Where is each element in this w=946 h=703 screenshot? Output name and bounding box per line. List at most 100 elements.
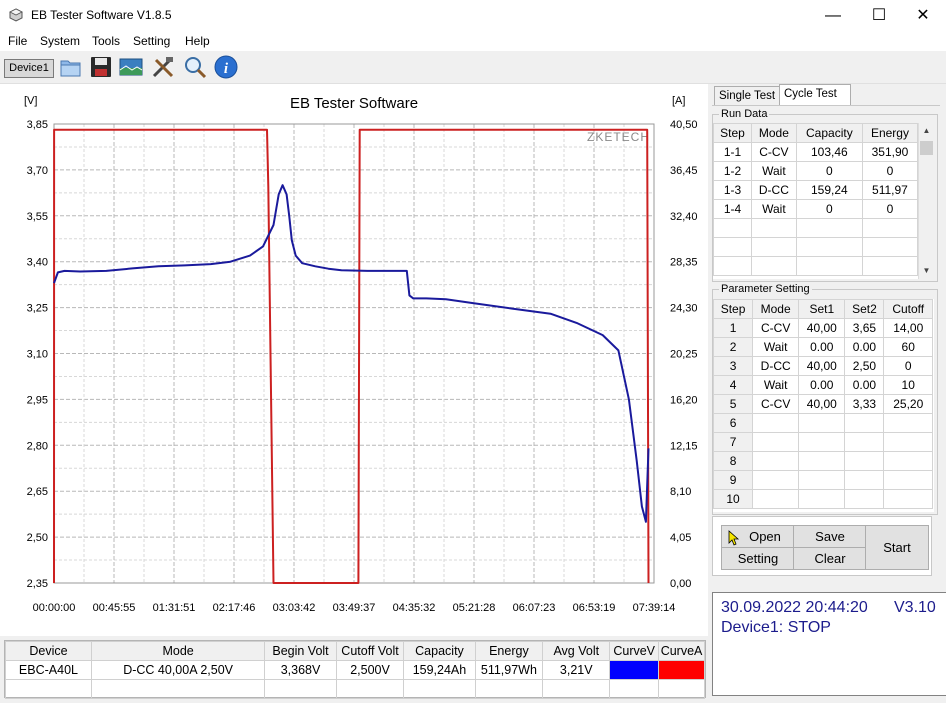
save-icon[interactable] bbox=[88, 54, 114, 80]
info-icon[interactable]: i bbox=[213, 54, 239, 80]
scroll-down-icon[interactable]: ▼ bbox=[919, 263, 934, 279]
clear-button[interactable]: Clear bbox=[793, 547, 867, 570]
table-row[interactable]: 6 bbox=[713, 413, 933, 433]
run-data-empty-cell bbox=[750, 256, 797, 276]
table-row[interactable]: 2 Wait 0.00 0.00 60 bbox=[713, 337, 933, 357]
parameter_setting-cell-mode: Wait bbox=[752, 375, 800, 395]
parameter_setting-cell-mode: D-CC bbox=[752, 356, 800, 376]
parameter_setting-cell-set1 bbox=[798, 413, 846, 433]
results-header: Begin Volt bbox=[264, 641, 337, 661]
parameter_setting-cell-set2 bbox=[844, 489, 885, 509]
parameter_setting-cell-step: 4 bbox=[713, 375, 754, 395]
device-tab[interactable]: Device1 bbox=[4, 59, 54, 78]
zoom-icon[interactable] bbox=[182, 54, 208, 80]
parameter_setting-cell-set1 bbox=[798, 432, 846, 452]
results-header: Avg Volt bbox=[542, 641, 611, 661]
table-row[interactable]: 7 bbox=[713, 432, 933, 452]
maximize-icon[interactable]: ☐ bbox=[856, 0, 902, 31]
table-row[interactable]: 10 bbox=[713, 489, 933, 509]
scroll-up-icon[interactable]: ▲ bbox=[919, 123, 934, 139]
parameter_setting-cell-set2 bbox=[844, 470, 885, 490]
run-data-empty-cell bbox=[861, 218, 919, 238]
table-row[interactable]: 1-1 C-CV 103,46 351,90 bbox=[713, 142, 919, 162]
table-row bbox=[713, 218, 919, 238]
control-buttons: Open Save Setting Clear Start bbox=[712, 516, 932, 576]
parameter_setting-header-cutoff: Cutoff bbox=[883, 299, 933, 319]
run-data-empty-cell bbox=[750, 237, 797, 257]
run_data-header-mode: Mode bbox=[750, 123, 797, 143]
parameter_setting-cell-set2: 3,33 bbox=[844, 394, 885, 414]
parameter_setting-cell-cutoff bbox=[883, 451, 933, 471]
parameter_setting-cell-mode bbox=[752, 451, 800, 471]
run_data-cell-step: 1-4 bbox=[713, 199, 752, 219]
parameter_setting-cell-set2: 3,65 bbox=[844, 318, 885, 338]
picture-icon[interactable] bbox=[118, 54, 144, 80]
menu-setting[interactable]: Setting bbox=[133, 34, 170, 48]
open-button[interactable]: Open bbox=[721, 525, 795, 548]
parameter_setting-cell-cutoff: 60 bbox=[883, 337, 933, 357]
table-row[interactable]: 1-3 D-CC 159,24 511,97 bbox=[713, 180, 919, 200]
table-row[interactable]: 1 C-CV 40,00 3,65 14,00 bbox=[713, 318, 933, 338]
chart-panel: [V] [A] EB Tester Software 3,85 3,70 3,55 3… bbox=[0, 84, 708, 636]
parameter_setting-cell-cutoff bbox=[883, 489, 933, 509]
scroll-thumb[interactable] bbox=[920, 141, 933, 155]
run_data-cell-capacity: 103,46 bbox=[795, 142, 863, 162]
curve-a-color[interactable] bbox=[658, 660, 705, 680]
results-cell: EBC-A40L bbox=[5, 660, 92, 680]
run_data-cell-energy: 511,97 bbox=[861, 180, 919, 200]
toolbar: Device1 i bbox=[0, 51, 946, 84]
y-left-tick-label: 3,40 bbox=[27, 257, 48, 269]
parameter_setting-cell-set2 bbox=[844, 451, 885, 471]
menu-file[interactable]: File bbox=[8, 34, 27, 48]
parameter_setting-cell-set2: 2,50 bbox=[844, 356, 885, 376]
menu-help[interactable]: Help bbox=[185, 34, 210, 48]
parameter_setting-header-mode: Mode bbox=[752, 299, 800, 319]
run_data-cell-capacity: 159,24 bbox=[795, 180, 863, 200]
minimize-icon[interactable]: — bbox=[810, 0, 856, 31]
save-button[interactable]: Save bbox=[793, 525, 867, 548]
table-row bbox=[713, 237, 919, 257]
open-folder-icon[interactable] bbox=[58, 54, 84, 80]
tools-icon[interactable] bbox=[150, 54, 176, 80]
parameter_setting-header-set1: Set1 bbox=[798, 299, 846, 319]
setting-button[interactable]: Setting bbox=[721, 547, 795, 570]
table-row[interactable]: 3 D-CC 40,00 2,50 0 bbox=[713, 356, 933, 376]
parameter-table: Step Mode Set1 Set2 Cutoff 1 C-CV 40,00 3,65 14,… bbox=[713, 299, 933, 509]
title-bar: EB Tester Software V1.8.5 — ☐ ✕ bbox=[0, 0, 946, 31]
table-row[interactable]: 8 bbox=[713, 451, 933, 471]
run-data-empty-cell bbox=[861, 256, 919, 276]
parameter_setting-cell-step: 8 bbox=[713, 451, 754, 471]
tab-cycle-test[interactable]: Cycle Test bbox=[779, 84, 851, 106]
x-tick-label: 00:00:00 bbox=[33, 602, 76, 614]
parameter_setting-cell-set1 bbox=[798, 470, 846, 490]
menu-system[interactable]: System bbox=[40, 34, 80, 48]
table-row[interactable]: 9 bbox=[713, 470, 933, 490]
cursor-icon bbox=[728, 530, 740, 546]
menu-tools[interactable]: Tools bbox=[92, 34, 120, 48]
parameter_setting-cell-set1: 40,00 bbox=[798, 356, 846, 376]
close-icon[interactable]: ✕ bbox=[900, 0, 946, 31]
run-data-empty-cell bbox=[795, 218, 863, 238]
results-cell: 511,97Wh bbox=[474, 660, 544, 680]
open-button-label: Open bbox=[749, 529, 781, 544]
run-data-empty-cell bbox=[861, 237, 919, 257]
table-row[interactable]: 1-4 Wait 0 0 bbox=[713, 199, 919, 219]
run-data-table-container: Step Mode Capacity Energy 1-1 C-CV 103,46 351,… bbox=[713, 123, 934, 279]
y-right-tick-label: 32,40 bbox=[670, 211, 698, 223]
curve-v-color[interactable] bbox=[609, 660, 660, 680]
x-tick-label: 07:39:14 bbox=[633, 602, 676, 614]
tab-single-test[interactable]: Single Test bbox=[714, 86, 785, 105]
parameter_setting-cell-set2: 0.00 bbox=[844, 337, 885, 357]
table-row[interactable]: 4 Wait 0.00 0.00 10 bbox=[713, 375, 933, 395]
run-data-scrollbar[interactable]: ▲ ▼ bbox=[918, 123, 934, 279]
table-row[interactable]: 5 C-CV 40,00 3,33 25,20 bbox=[713, 394, 933, 414]
table-row[interactable]: 1-2 Wait 0 0 bbox=[713, 161, 919, 181]
start-button[interactable]: Start bbox=[865, 525, 929, 570]
current-series-line bbox=[53, 128, 650, 584]
parameter_setting-cell-cutoff: 25,20 bbox=[883, 394, 933, 414]
run_data-cell-capacity: 0 bbox=[795, 199, 863, 219]
y-right-unit-label: [A] bbox=[672, 95, 685, 107]
y-right-tick-label: 4,05 bbox=[670, 532, 691, 544]
run_data-cell-mode: D-CC bbox=[750, 180, 797, 200]
results-cell: 3,368V bbox=[264, 660, 337, 680]
